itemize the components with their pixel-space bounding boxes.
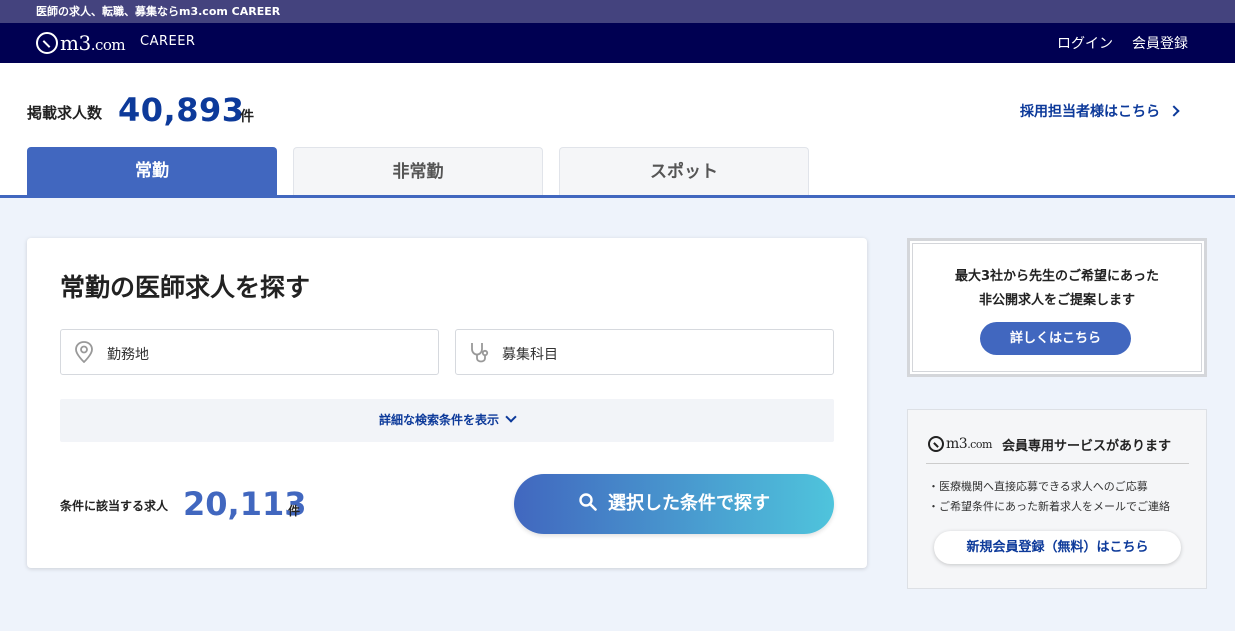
career-label: CAREER bbox=[140, 34, 196, 49]
specialty-field-label: 募集科目 bbox=[502, 347, 558, 363]
m3-logo-mark-icon bbox=[928, 436, 944, 452]
listing-count: 40,893 bbox=[118, 91, 245, 129]
navbar: m3.com CAREER ログイン 会員登録 bbox=[0, 23, 1235, 63]
free-registration-button[interactable]: 新規会員登録（無料）はこちら bbox=[934, 531, 1181, 564]
member-promo-title: 会員専用サービスがあります bbox=[1002, 439, 1172, 454]
m3-logo[interactable]: m3.com bbox=[36, 30, 126, 56]
search-icon bbox=[579, 493, 597, 511]
advanced-search-toggle[interactable]: 詳細な検索条件を表示 bbox=[60, 399, 834, 442]
search-card: 常勤の医師求人を探す 勤務地 募集科目 詳細な検索条件を表示 条件に該当する求人… bbox=[27, 238, 867, 568]
search-button[interactable]: 選択した条件で探す bbox=[514, 474, 834, 534]
tab-underline bbox=[0, 195, 1235, 198]
member-service-promo: m3.com 会員専用サービスがあります ・医療機関へ直接応募できる求人へのご応… bbox=[907, 409, 1207, 589]
tab-fulltime[interactable]: 常勤 bbox=[27, 147, 277, 195]
listing-count-unit: 件 bbox=[240, 109, 254, 125]
member-benefit-item: ・ご希望条件にあった新着求人をメールでご連絡 bbox=[928, 500, 1170, 513]
private-promo-line-1: 最大3社から先生のご希望にあった bbox=[954, 269, 1160, 284]
match-count-unit: 件 bbox=[288, 504, 301, 518]
chevron-right-icon bbox=[1168, 105, 1180, 117]
register-link[interactable]: 会員登録 bbox=[1132, 33, 1188, 53]
tab-spot[interactable]: スポット bbox=[559, 147, 809, 195]
private-promo-line-2: 非公開求人をご提案します bbox=[978, 293, 1135, 308]
mini-logo-text: m3.com bbox=[946, 436, 992, 452]
search-title: 常勤の医師求人を探す bbox=[60, 273, 311, 302]
login-link[interactable]: ログイン bbox=[1057, 33, 1113, 53]
recruiter-link-label: 採用担当者様はこちら bbox=[1020, 104, 1160, 120]
advanced-search-label: 詳細な検索条件を表示 bbox=[378, 413, 499, 427]
search-button-label: 選択した条件で探す bbox=[608, 493, 770, 514]
top-strip: 医師の求人、転職、募集ならm3.com CAREER bbox=[0, 0, 1235, 23]
details-button[interactable]: 詳しくはこちら bbox=[980, 322, 1131, 355]
stethoscope-icon bbox=[471, 343, 489, 363]
private-jobs-promo-inner: 最大3社から先生のご希望にあった 非公開求人をご提案します 詳しくはこちら bbox=[912, 243, 1202, 372]
private-jobs-promo: 最大3社から先生のご希望にあった 非公開求人をご提案します 詳しくはこちら bbox=[907, 238, 1207, 377]
logo-text: m3.com bbox=[60, 31, 126, 55]
member-promo-header: m3.com 会員専用サービスがあります bbox=[926, 432, 1189, 464]
listing-count-label: 掲載求人数 bbox=[27, 104, 103, 122]
location-field-label: 勤務地 bbox=[107, 347, 149, 363]
tab-parttime[interactable]: 非常勤 bbox=[293, 147, 543, 195]
recruiter-link[interactable]: 採用担当者様はこちら bbox=[1020, 101, 1180, 121]
location-field[interactable]: 勤務地 bbox=[60, 329, 439, 375]
location-pin-icon bbox=[75, 341, 93, 363]
m3-logo-mark-icon bbox=[36, 32, 58, 54]
chevron-down-icon bbox=[505, 411, 517, 423]
m3-mini-logo: m3.com bbox=[928, 436, 992, 452]
match-count-label: 条件に該当する求人 bbox=[60, 499, 169, 513]
specialty-field[interactable]: 募集科目 bbox=[455, 329, 834, 375]
member-benefit-item: ・医療機関へ直接応募できる求人へのご応募 bbox=[928, 480, 1148, 493]
